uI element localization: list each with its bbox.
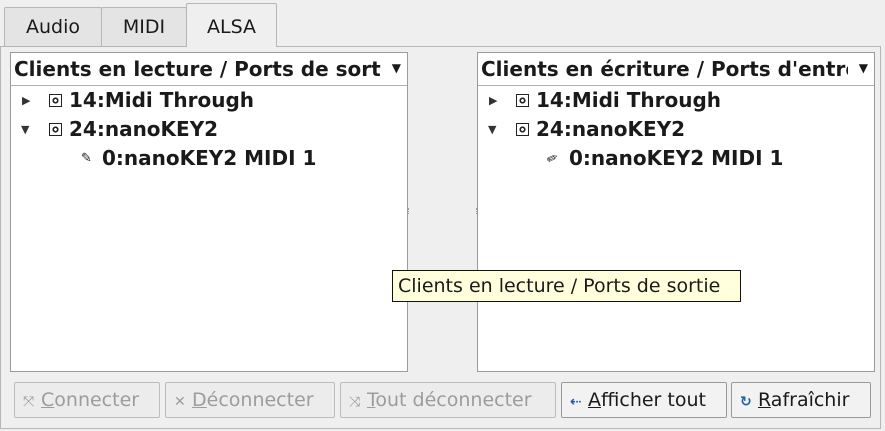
- refresh-icon: ↻: [740, 394, 752, 410]
- tree-item-label: 0:nanoKEY2 MIDI 1: [569, 146, 784, 170]
- tree-item-label: 14:Midi Through: [69, 88, 254, 112]
- connect-icon: ⤧: [23, 394, 35, 410]
- sort-down-icon[interactable]: ▼: [392, 53, 401, 83]
- expand-collapsed-icon[interactable]: ▶: [22, 86, 30, 115]
- input-port-icon: ✎: [544, 150, 563, 167]
- tree-item-port[interactable]: ✎ 0:nanoKEY2 MIDI 1: [11, 144, 407, 173]
- output-port-icon: ✎: [81, 151, 92, 166]
- disconnect-all-icon: ⤨: [349, 394, 361, 410]
- tree-item-label: 24:nanoKEY2: [536, 117, 686, 141]
- writable-clients-header-label: Clients en écriture / Ports d'entrée: [481, 57, 848, 81]
- tree-item-client[interactable]: ▶ 14:Midi Through: [11, 86, 407, 115]
- tab-alsa[interactable]: ALSA: [186, 3, 277, 47]
- client-icon: [49, 123, 62, 136]
- expand-collapsed-icon[interactable]: ▶: [489, 86, 497, 115]
- disconnect-icon: ✕: [174, 394, 186, 410]
- tab-audio[interactable]: Audio: [4, 7, 102, 46]
- refresh-button[interactable]: ↻ Rafraîchir: [731, 382, 871, 418]
- readable-clients-panel[interactable]: Clients en lecture / Ports de sortie ▼ ▶…: [10, 52, 408, 372]
- tree-item-port[interactable]: ✎ 0:nanoKEY2 MIDI 1: [478, 144, 874, 173]
- client-icon: [516, 94, 529, 107]
- client-icon: [516, 123, 529, 136]
- disconnect-button[interactable]: ✕ Déconnecter: [165, 382, 335, 418]
- tree-item-client[interactable]: ▶ 14:Midi Through: [478, 86, 874, 115]
- tree-item-label: 14:Midi Through: [536, 88, 721, 112]
- expand-expanded-icon[interactable]: ▼: [488, 115, 496, 144]
- sort-down-icon[interactable]: ▼: [859, 53, 868, 83]
- writable-clients-panel[interactable]: Clients en écriture / Ports d'entrée ▼ ▶…: [477, 52, 875, 372]
- readable-clients-header-label: Clients en lecture / Ports de sortie: [14, 57, 381, 81]
- disconnect-all-button[interactable]: ⤨ Tout déconnecter: [340, 382, 556, 418]
- tab-bar: Audio MIDI ALSA: [0, 0, 885, 47]
- header-tooltip: Clients en lecture / Ports de sortie: [392, 270, 741, 302]
- tree-item-client[interactable]: ▼ 24:nanoKEY2: [478, 115, 874, 144]
- client-icon: [49, 94, 62, 107]
- tab-midi[interactable]: MIDI: [101, 7, 187, 46]
- show-all-button[interactable]: ⇠ Afficher tout: [561, 382, 727, 418]
- tree-item-label: 0:nanoKEY2 MIDI 1: [102, 146, 317, 170]
- writable-clients-header[interactable]: Clients en écriture / Ports d'entrée ▼: [478, 53, 874, 86]
- connect-button[interactable]: ⤧ Connecter: [14, 382, 160, 418]
- tree-item-label: 24:nanoKEY2: [69, 117, 219, 141]
- readable-clients-header[interactable]: Clients en lecture / Ports de sortie ▼: [11, 53, 407, 86]
- expand-all-icon: ⇠: [570, 394, 582, 410]
- expand-expanded-icon[interactable]: ▼: [21, 115, 29, 144]
- connections-area: [408, 208, 478, 214]
- tree-item-client[interactable]: ▼ 24:nanoKEY2: [11, 115, 407, 144]
